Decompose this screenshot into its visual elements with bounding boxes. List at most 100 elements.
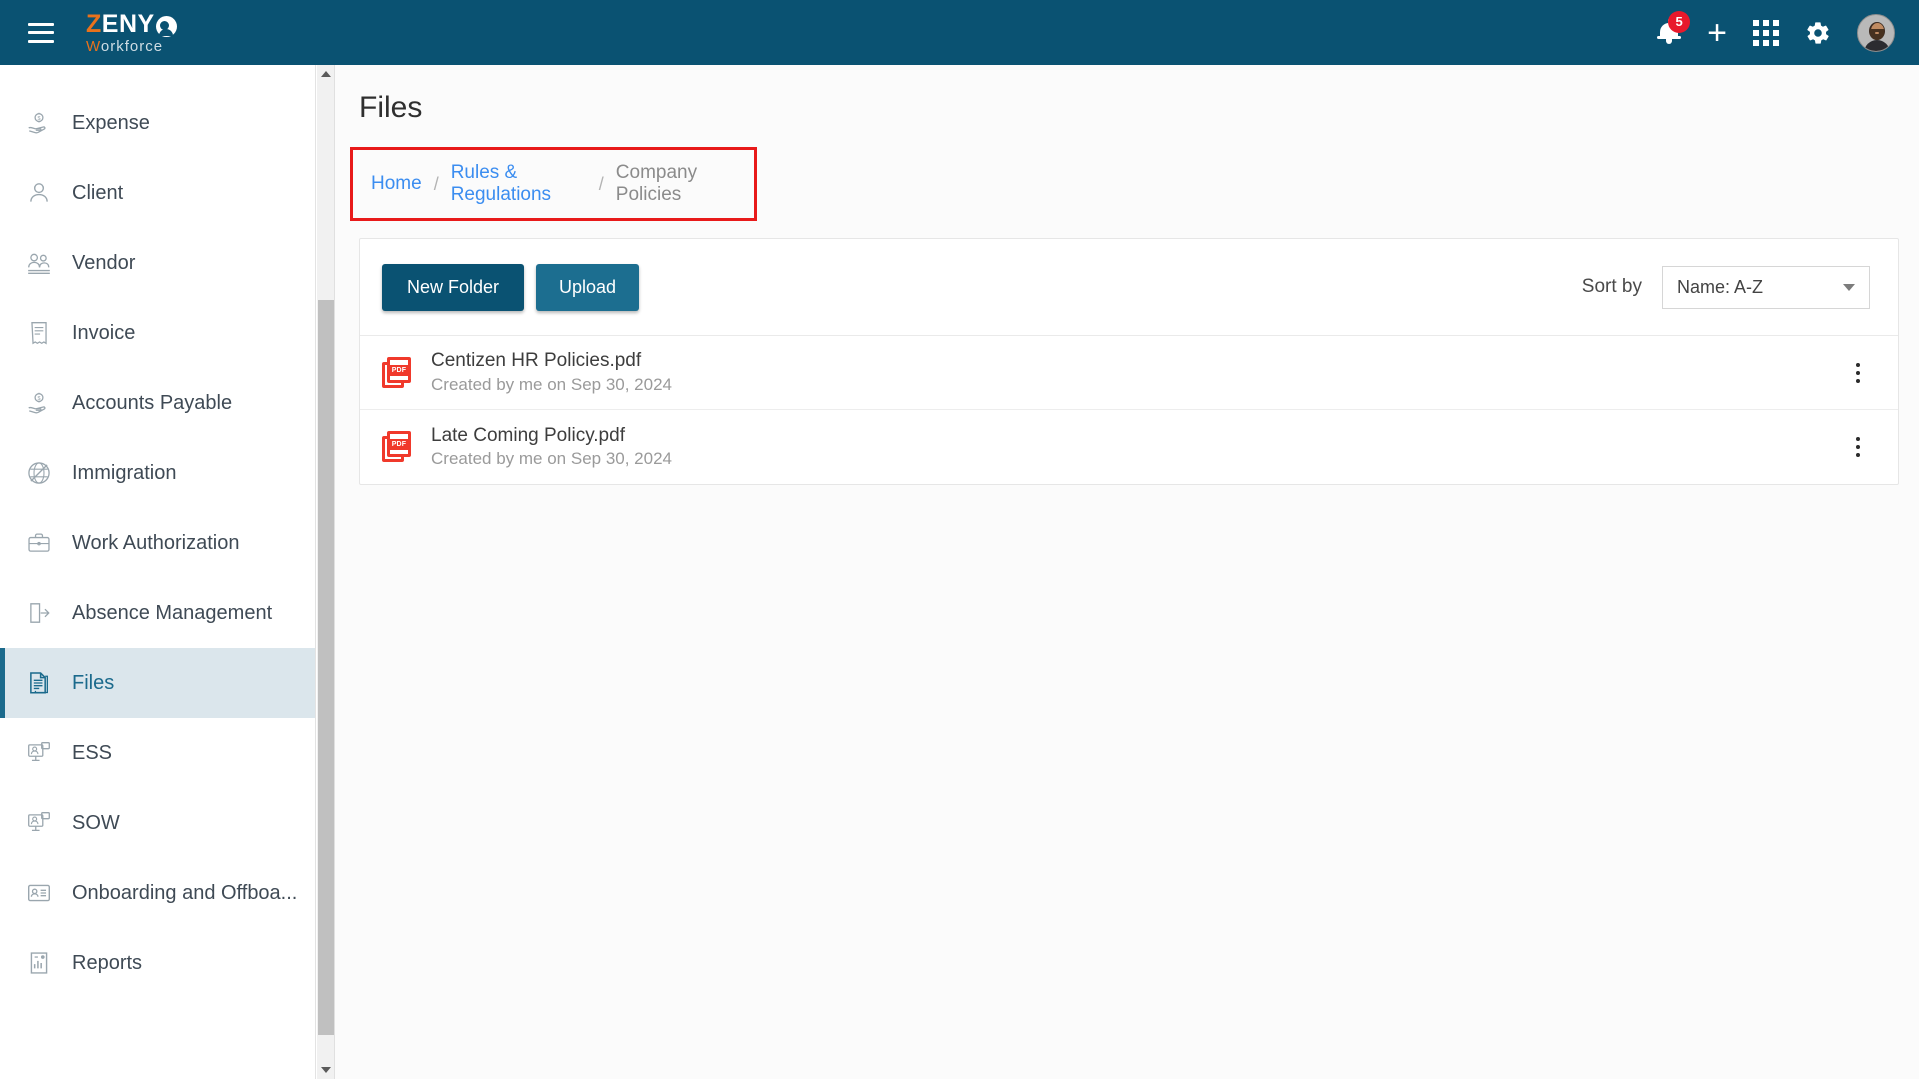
- sidebar-item-vendor[interactable]: Vendor: [0, 228, 315, 298]
- breadcrumb-item-home[interactable]: Home: [371, 173, 422, 195]
- hand-coin-icon: $: [22, 106, 56, 140]
- pdf-badge-label: PDF: [390, 364, 408, 376]
- notifications-button[interactable]: 5: [1657, 10, 1691, 47]
- hamburger-menu-icon[interactable]: [28, 22, 54, 43]
- sidebar-item-label: Files: [72, 671, 115, 694]
- logo-primary-text: Z ENY: [86, 9, 177, 38]
- report-chart-icon: [22, 946, 56, 980]
- main-content: Files Home / Rules & Regulations / Company P…: [335, 65, 1919, 1079]
- sort-by-label: Sort by: [1581, 276, 1642, 297]
- file-meta: Late Coming Policy.pdf Created by me on S…: [431, 423, 672, 472]
- upload-button[interactable]: Upload: [536, 263, 640, 311]
- sidebar-item-label: Onboarding and Offboa...: [72, 881, 298, 904]
- file-subtitle: Created by me on Sep 30, 2024: [431, 449, 672, 469]
- files-toolbar: New Folder Upload Sort by Name: A-Z: [360, 239, 1898, 336]
- file-subtitle: Created by me on Sep 30, 2024: [431, 374, 672, 394]
- kebab-menu-icon[interactable]: [1846, 358, 1870, 388]
- sidebar-scrollbar[interactable]: [317, 65, 335, 1079]
- settings-button[interactable]: [1805, 20, 1831, 46]
- people-group-icon: [22, 246, 56, 280]
- sidebar-item-ess[interactable]: ESS: [0, 718, 315, 788]
- documents-icon: [22, 666, 56, 700]
- grid-apps-icon: [1753, 19, 1779, 46]
- sort-by-select[interactable]: Name: A-Z: [1662, 265, 1870, 309]
- sidebar-item-accounts-payable[interactable]: $ Accounts Payable: [0, 368, 315, 438]
- new-folder-button[interactable]: New Folder: [382, 263, 525, 311]
- file-meta: Centizen HR Policies.pdf Created by me on…: [431, 348, 672, 397]
- svg-text:$: $: [37, 116, 40, 122]
- sidebar-item-timesheet[interactable]: Timesheet: [0, 65, 315, 88]
- page-title: Files: [359, 91, 423, 124]
- scroll-up-arrow-icon[interactable]: [317, 65, 335, 83]
- briefcase-icon: [22, 526, 56, 560]
- sidebar-item-label: Absence Management: [72, 601, 273, 624]
- sidebar-item-sow[interactable]: SOW: [0, 788, 315, 858]
- sidebar-item-label: Accounts Payable: [72, 391, 233, 414]
- id-card-icon: [22, 876, 56, 910]
- sidebar-item-client[interactable]: Client: [0, 158, 315, 228]
- logo-secondary-text: Workforce: [86, 39, 177, 54]
- globe-plane-icon: [22, 456, 56, 490]
- breadcrumb-item-company-policies: Company Policies: [615, 162, 698, 205]
- file-name: Late Coming Policy.pdf: [431, 424, 625, 446]
- sidebar-item-work-authorization[interactable]: Work Authorization: [0, 508, 315, 578]
- sidebar-item-absence-management[interactable]: Absence Management: [0, 578, 315, 648]
- sidebar-item-label: Work Authorization: [72, 531, 240, 554]
- breadcrumb-separator: /: [433, 173, 439, 194]
- sidebar-item-label: Vendor: [72, 251, 136, 274]
- chevron-down-icon: [1843, 283, 1855, 291]
- pdf-file-icon: PDF: [382, 356, 412, 389]
- receipt-icon: [22, 316, 56, 350]
- sidebar-item-label: Client: [72, 181, 124, 204]
- logo-z-letter: Z: [86, 9, 102, 38]
- pdf-badge-label: PDF: [390, 439, 408, 450]
- plus-icon: +: [1707, 13, 1727, 52]
- monitor-person-icon: [22, 736, 56, 770]
- sidebar-item-label: Expense: [72, 111, 150, 134]
- breadcrumb: Home / Rules & Regulations / Company Policie…: [350, 147, 757, 221]
- sidebar-item-label: ESS: [72, 741, 113, 764]
- pdf-file-icon: PDF: [382, 431, 412, 463]
- sidebar-item-files[interactable]: Files: [0, 648, 315, 718]
- breadcrumb-separator: /: [598, 173, 604, 194]
- sidebar-item-label: Immigration: [72, 461, 177, 484]
- sidebar-item-reports[interactable]: Reports: [0, 928, 315, 998]
- logo-globe-icon: [155, 15, 177, 37]
- sidebar-item-invoice[interactable]: Invoice: [0, 298, 315, 368]
- sidebar-item-expense[interactable]: $ Expense: [0, 88, 315, 158]
- file-row[interactable]: PDF Late Coming Policy.pdf Created by me o…: [360, 410, 1898, 484]
- logo-workforce-text: orkforce: [100, 37, 164, 55]
- logo-enyo-text: ENY: [101, 9, 155, 38]
- notification-count-badge: 5: [1668, 10, 1691, 33]
- logo-w-letter: W: [86, 37, 101, 55]
- monitor-person-icon: [22, 806, 56, 840]
- file-row[interactable]: PDF Centizen HR Policies.pdf Created by me…: [360, 336, 1898, 410]
- scrollbar-thumb[interactable]: [318, 300, 334, 1035]
- add-button[interactable]: +: [1707, 16, 1727, 50]
- breadcrumb-item-rules-regulations[interactable]: Rules & Regulations: [451, 162, 587, 206]
- gear-icon: [1807, 21, 1829, 44]
- scroll-down-arrow-icon[interactable]: [317, 1061, 335, 1079]
- sidebar-item-label: SOW: [72, 811, 120, 834]
- top-app-bar: Z ENY Workforce 5 +: [0, 0, 1919, 65]
- sidebar-item-label: Invoice: [72, 321, 136, 344]
- person-icon: [22, 176, 56, 210]
- sidebar-item-onboarding-and-offboa[interactable]: Onboarding and Offboa...: [0, 858, 315, 928]
- svg-text:$: $: [37, 396, 40, 402]
- apps-grid-button[interactable]: [1753, 19, 1779, 46]
- sidebar-item-list: Timesheet $ Expense Client Vendor Invoice $ Acc…: [0, 65, 315, 998]
- files-card: New Folder Upload Sort by Name: A-Z PDF C…: [359, 238, 1899, 485]
- sort-control: Sort by Name: A-Z: [1581, 265, 1870, 309]
- sidebar-item-label: Reports: [72, 951, 143, 974]
- clock-icon: [22, 65, 56, 70]
- file-list: PDF Centizen HR Policies.pdf Created by me…: [360, 336, 1898, 484]
- user-avatar[interactable]: [1857, 13, 1895, 52]
- file-name: Centizen HR Policies.pdf: [431, 350, 642, 372]
- kebab-menu-icon[interactable]: [1846, 432, 1870, 462]
- sort-by-value: Name: A-Z: [1677, 276, 1764, 297]
- door-exit-icon: [22, 596, 56, 630]
- hand-coin-icon: $: [22, 386, 56, 420]
- sidebar-item-immigration[interactable]: Immigration: [0, 438, 315, 508]
- app-logo[interactable]: Z ENY Workforce: [86, 9, 177, 54]
- topbar-actions: 5 +: [1657, 10, 1895, 52]
